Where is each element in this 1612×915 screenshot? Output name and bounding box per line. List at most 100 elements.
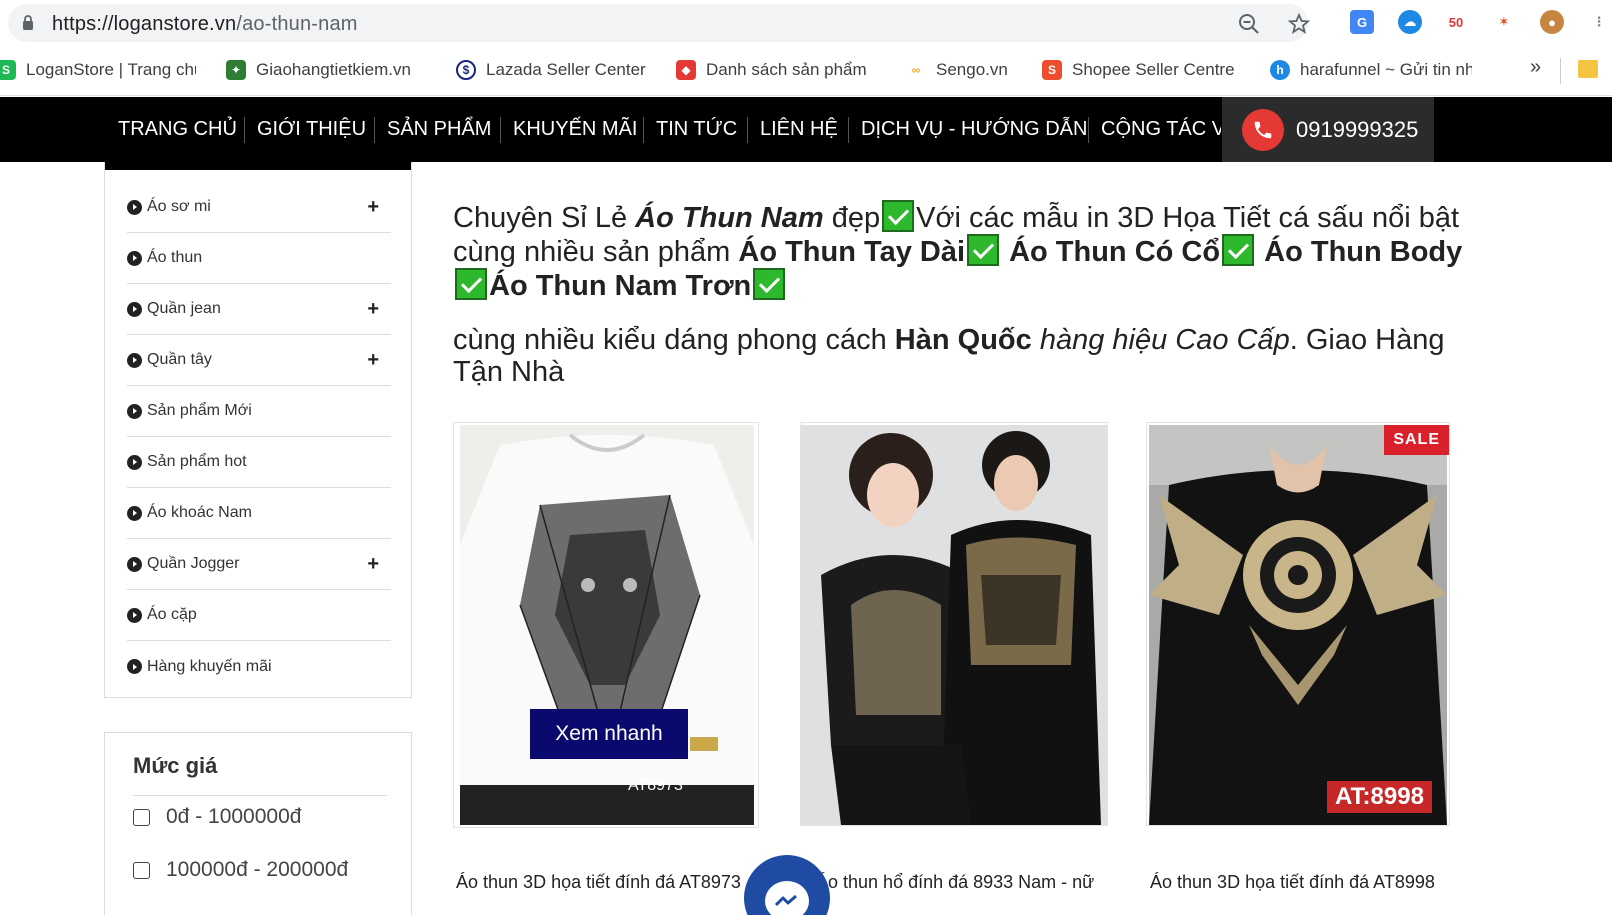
expand-plus-icon[interactable]: +	[367, 349, 379, 372]
category-intro: Chuyên Sỉ Lẻ Áo Thun Nam đẹp Với các mẫu …	[453, 200, 1463, 302]
bookmark-loganstore[interactable]: S LoganStore | Trang chủ	[0, 58, 196, 82]
category-label: Quần Jogger	[147, 555, 240, 572]
category-quan-jean[interactable]: Quần jean +	[127, 284, 391, 335]
category-ao-thun[interactable]: Áo thun	[127, 233, 391, 284]
product-name[interactable]: Áo thun 3D họa tiết đính đá AT8973	[456, 872, 746, 893]
product-name[interactable]: Áo thun hổ đính đá 8933 Nam - nữ	[816, 872, 1106, 893]
nav-divider	[1088, 117, 1089, 143]
price-option-2[interactable]: 100000đ - 200000đ	[133, 858, 348, 882]
bookmark-label: Lazada Seller Center	[486, 60, 646, 79]
folder-icon[interactable]	[1578, 60, 1598, 78]
sale-badge: SALE	[1384, 425, 1449, 455]
checkbox[interactable]	[133, 808, 150, 826]
nav-trang-chu[interactable]: TRANG CHỦ	[118, 97, 237, 162]
bookmark-label: harafunnel ~ Gửi tin nhắn	[1300, 60, 1472, 79]
bookmark-lazada[interactable]: $ Lazada Seller Center	[456, 58, 656, 82]
checkbox[interactable]	[133, 861, 150, 879]
nav-tin-tuc[interactable]: TIN TỨC	[656, 97, 737, 162]
product-image[interactable]	[801, 425, 1107, 825]
category-hang-khuyen-mai[interactable]: Hàng khuyến mãi	[127, 641, 391, 692]
category-label: Áo cặp	[147, 606, 197, 623]
intro-text: đẹp	[823, 202, 881, 234]
nav-san-pham[interactable]: SẢN PHẨM	[387, 97, 491, 162]
hotline-box[interactable]: 0919999325	[1222, 97, 1434, 162]
intro-keyword: Áo Thun Có Cổ	[1001, 236, 1221, 268]
category-san-pham-moi[interactable]: Sản phẩm Mới	[127, 386, 391, 437]
main-navigation: TRANG CHỦ GIỚI THIỆU SẢN PHẨM KHUYẾN MÃI…	[0, 97, 1612, 162]
bookmark-label: Giaohangtietkiem.vn	[256, 60, 411, 79]
intro-keyword: Áo Thun Nam	[635, 202, 824, 234]
bookmark-label: Shopee Seller Centre	[1072, 60, 1235, 79]
bookmark-shopee[interactable]: S Shopee Seller Centre	[1042, 58, 1252, 82]
arrow-circle-icon	[127, 659, 142, 674]
cloud-icon[interactable]: ☁	[1398, 10, 1422, 34]
price-option-label: 0đ - 1000000đ	[166, 805, 302, 828]
product-card[interactable]: AT:8998 SALE	[1146, 422, 1450, 826]
extension-50-icon[interactable]: 50	[1444, 10, 1468, 34]
bookmark-harafunnel[interactable]: h harafunnel ~ Gửi tin nhắn	[1270, 58, 1472, 82]
arrow-circle-icon	[127, 199, 142, 215]
bookmarks-bar: S LoganStore | Trang chủ ✦ Giaohangtietk…	[0, 46, 1612, 96]
delivery-man-icon: ✦	[226, 60, 246, 80]
intro-keyword: Áo Thun Nam Trơn	[489, 270, 752, 302]
extension-menu-icon[interactable]: ⋮	[1590, 10, 1608, 34]
bookmarks-more-button[interactable]: »	[1530, 56, 1541, 79]
quick-view-button[interactable]: Xem nhanh	[530, 709, 688, 759]
category-quan-jogger[interactable]: Quần Jogger +	[127, 539, 391, 590]
intro-keyword: Hàn Quốc	[894, 324, 1032, 356]
expand-plus-icon[interactable]: +	[367, 553, 379, 576]
cookie-icon[interactable]: ●	[1540, 10, 1564, 34]
nav-lien-he[interactable]: LIÊN HỆ	[760, 97, 838, 162]
arrow-circle-icon	[127, 250, 142, 266]
nav-dich-vu[interactable]: DỊCH VỤ - HƯỚNG DẪN	[861, 97, 1087, 162]
expand-plus-icon[interactable]: +	[367, 196, 379, 219]
harafunnel-icon: h	[1270, 60, 1290, 80]
category-sidebar: Áo sơ mi + Áo thun Quần jean + Quần tây …	[104, 162, 412, 698]
loganstore-icon: S	[0, 60, 16, 80]
intro-keyword: Áo Thun Tay Dài	[738, 236, 966, 268]
arrow-circle-icon	[127, 505, 142, 521]
category-san-pham-hot[interactable]: Sản phẩm hot	[127, 437, 391, 488]
bookmark-star-icon[interactable]	[1288, 13, 1310, 35]
category-label: Quần tây	[147, 351, 212, 368]
nav-gioi-thieu[interactable]: GIỚI THIỆU	[257, 97, 366, 162]
category-ao-so-mi[interactable]: Áo sơ mi +	[127, 182, 391, 233]
nav-divider	[500, 117, 501, 143]
price-filter: Mức giá 0đ - 1000000đ 100000đ - 200000đ	[104, 732, 412, 915]
url-text: https://loganstore.vn/ao-thun-nam	[52, 13, 358, 36]
bookmark-giaohangtietkiem[interactable]: ✦ Giaohangtietkiem.vn	[226, 58, 426, 82]
nav-divider	[244, 117, 245, 143]
arrow-circle-icon	[127, 607, 142, 623]
check-icon	[455, 268, 487, 300]
price-option-1[interactable]: 0đ - 1000000đ	[133, 805, 301, 829]
address-bar[interactable]: https://loganstore.vn/ao-thun-nam	[8, 4, 1310, 42]
bookmark-label: LoganStore | Trang chủ	[26, 60, 196, 79]
category-label: Sản phẩm hot	[147, 453, 247, 470]
shopee-icon: S	[1042, 60, 1062, 80]
bookmark-danh-sach[interactable]: ◆ Danh sách sản phẩm	[676, 58, 876, 82]
expand-plus-icon[interactable]: +	[367, 298, 379, 321]
messenger-chat-button[interactable]	[744, 855, 830, 915]
product-card[interactable]: Xem nhanh AT8973	[453, 422, 759, 828]
nav-divider	[747, 117, 748, 143]
product-image[interactable]: AT:8998	[1149, 425, 1447, 825]
category-quan-tay[interactable]: Quần tây +	[127, 335, 391, 386]
url-host: https://loganstore.vn	[52, 13, 237, 35]
category-ao-khoac-nam[interactable]: Áo khoác Nam	[127, 488, 391, 539]
product-image[interactable]: Xem nhanh AT8973	[460, 425, 754, 825]
zoom-icon[interactable]	[1238, 13, 1260, 35]
product-card[interactable]	[800, 422, 1108, 826]
butterfly-icon[interactable]: ✶	[1492, 10, 1516, 34]
intro-text: Chuyên Sỉ Lẻ	[453, 202, 636, 234]
bookmark-sengo[interactable]: ∞ Sengo.vn	[906, 58, 1026, 82]
product-name[interactable]: Áo thun 3D họa tiết đính đá AT8998	[1150, 872, 1446, 893]
nav-cong-tac-vien[interactable]: CỘNG TÁC VIÊN	[1101, 97, 1221, 162]
google-translate-icon[interactable]: G	[1350, 10, 1374, 34]
nav-khuyen-mai[interactable]: KHUYẾN MÃI	[513, 97, 637, 162]
nav-divider	[374, 117, 375, 143]
category-label: Áo sơ mi	[147, 198, 211, 215]
category-ao-cap[interactable]: Áo cặp	[127, 590, 391, 641]
category-label: Quần jean	[147, 300, 221, 317]
intro-keyword: Áo Thun Body	[1256, 236, 1463, 268]
nav-divider	[848, 117, 849, 143]
